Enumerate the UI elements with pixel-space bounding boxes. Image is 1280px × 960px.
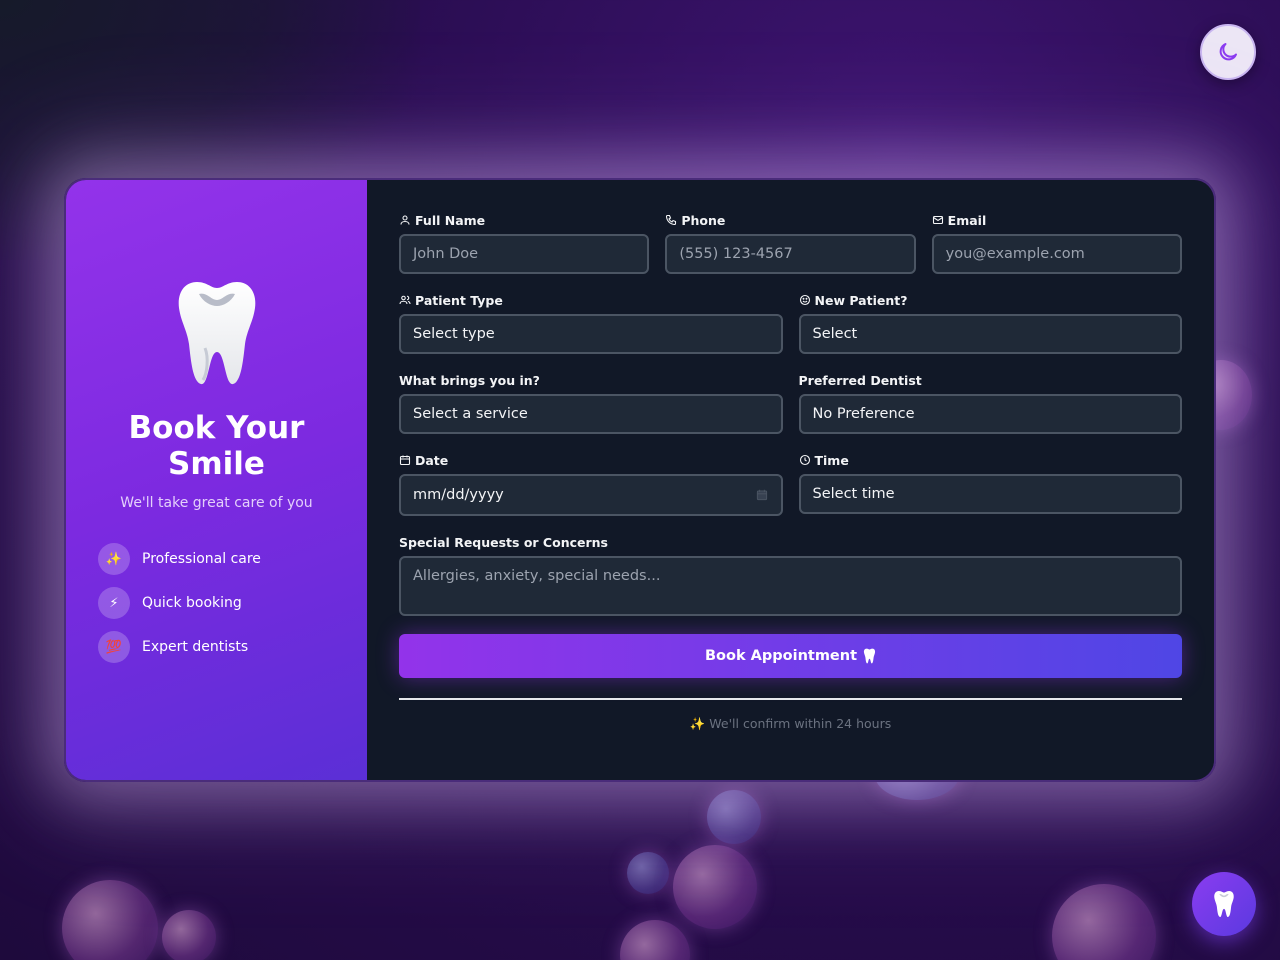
dentist-field: Preferred Dentist No Preference [798,372,1182,434]
feature-item: 💯 Expert dentists [98,625,367,669]
decorative-bubble [1052,884,1156,960]
feature-label: Quick booking [142,595,242,611]
user-icon [400,215,410,225]
patient-type-label-text: Patient Type [415,292,503,308]
booking-card: Book Your Smile We'll take great care of… [64,178,1216,782]
phone-icon [666,214,677,226]
time-label-text: Time [814,452,849,468]
floating-action-button[interactable] [1192,872,1256,936]
feature-list: ✨ Professional care ⚡ Quick booking 💯 Ex… [66,537,367,669]
book-appointment-button[interactable]: Book Appointment [399,634,1182,678]
email-label-text: Email [947,212,987,228]
hero-subtitle: We'll take great care of you [120,495,313,511]
new-patient-select[interactable]: Select [798,314,1182,354]
requests-label: Special Requests or Concerns [399,534,608,550]
date-label-text: Date [415,452,449,468]
dentist-select[interactable]: No Preference [798,394,1182,434]
new-patient-field: New Patient? Select [798,292,1183,354]
dentist-label: Preferred Dentist [798,372,922,388]
decorative-bubble [62,880,158,960]
moon-icon [1219,43,1237,61]
email-field: Email you@example.com [931,212,1182,274]
phone-input[interactable]: (555) 123-4567 [665,234,916,274]
form-row: Patient Type Select type New Patient? Se… [399,292,1182,354]
date-field: Date mm/dd/yyyy [399,452,783,516]
requests-field: Special Requests or Concerns Allergies, … [399,534,1182,616]
decorative-bubble [707,790,761,844]
time-select[interactable]: Select time [798,474,1182,514]
feature-label: Professional care [142,551,261,567]
full-name-label: Full Name [399,212,649,228]
full-name-input[interactable]: John Doe [399,234,650,274]
patient-type-field: Patient Type Select type [399,292,783,354]
email-input[interactable]: you@example.com [931,234,1182,274]
date-input-text: mm/dd/yyyy [413,487,504,503]
users-icon [399,295,411,305]
date-label: Date [399,452,783,468]
mail-icon [932,215,943,225]
phone-field: Phone (555) 123-4567 [665,212,916,274]
email-label: Email [932,212,1182,228]
full-name-label-text: Full Name [415,212,486,228]
tooth-icon [1214,891,1234,918]
phone-label: Phone [665,212,915,228]
form-row: Date mm/dd/yyyy Time Select time [399,452,1182,516]
lightning-icon: ⚡ [98,587,130,619]
service-field: What brings you in? Select a service [399,372,783,434]
requests-textarea[interactable]: Allergies, anxiety, special needs... [399,556,1182,616]
tooth-icon [178,282,255,385]
feature-label: Expert dentists [142,639,249,655]
phone-label-text: Phone [681,212,726,228]
sparkles-icon: ✨ [98,543,130,575]
patient-type-label: Patient Type [399,292,783,308]
service-label: What brings you in? [399,372,540,388]
service-select[interactable]: Select a service [399,394,783,434]
feature-item: ⚡ Quick booking [98,581,367,625]
booking-form: Full Name John Doe Phone (555) 123-4567 … [367,180,1214,780]
time-label: Time [799,452,1183,468]
form-divider [399,698,1182,700]
new-patient-label: New Patient? [799,292,1183,308]
patient-type-select[interactable]: Select type [399,314,783,354]
calendar-icon [399,455,411,466]
book-appointment-label: Book Appointment [704,648,858,664]
hero-title: Book Your Smile [128,410,305,482]
decorative-bubble [162,910,216,960]
confirmation-note: ✨ We'll confirm within 24 hours [689,716,892,731]
tooth-icon [863,648,876,664]
date-input[interactable]: mm/dd/yyyy [399,474,783,516]
hundred-points-icon: 💯 [98,631,130,663]
hero-panel: Book Your Smile We'll take great care of… [66,180,367,780]
smile-icon [799,294,810,306]
form-row: What brings you in? Select a service Pre… [399,372,1182,434]
theme-toggle-button[interactable] [1200,24,1256,80]
clock-icon [799,454,810,466]
decorative-bubble [620,920,690,960]
time-field: Time Select time [798,452,1183,516]
decorative-bubble [627,852,669,894]
calendar-picker-icon[interactable] [755,488,769,502]
new-patient-label-text: New Patient? [814,292,908,308]
feature-item: ✨ Professional care [98,537,367,581]
decorative-bubble [673,845,757,929]
full-name-field: Full Name John Doe [399,212,650,274]
form-row: Full Name John Doe Phone (555) 123-4567 … [399,212,1182,274]
